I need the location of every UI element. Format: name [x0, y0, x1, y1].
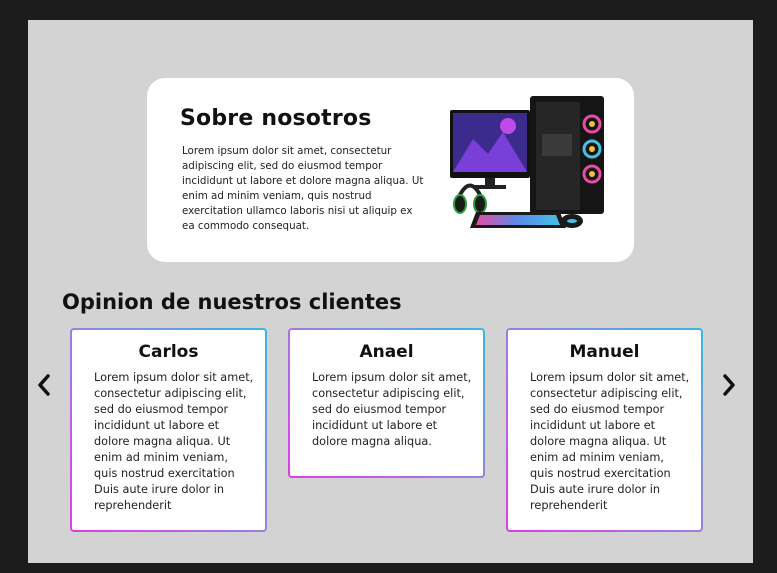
page-canvas: Sobre nosotros Lorem ipsum dolor sit ame… [28, 20, 753, 563]
review-card: Carlos Lorem ipsum dolor sit amet, conse… [70, 328, 267, 532]
testimonials-title: Opinion de nuestros clientes [62, 290, 402, 314]
about-title: Sobre nosotros [180, 106, 372, 131]
carousel-next-button[interactable] [718, 370, 740, 400]
about-text: Lorem ipsum dolor sit amet, consectetur … [182, 145, 424, 232]
review-card: Manuel Lorem ipsum dolor sit amet, conse… [506, 328, 703, 532]
reviewer-name: Manuel [569, 342, 640, 362]
review-text: Lorem ipsum dolor sit amet, consectetur … [312, 371, 472, 448]
review-text: Lorem ipsum dolor sit amet, consectetur … [530, 371, 690, 512]
about-card: Sobre nosotros Lorem ipsum dolor sit ame… [147, 78, 634, 262]
carousel-prev-button[interactable] [33, 370, 55, 400]
review-text: Lorem ipsum dolor sit amet, consectetur … [94, 371, 254, 512]
chevron-left-icon [38, 374, 50, 396]
chevron-right-icon [723, 374, 735, 396]
review-card: Anael Lorem ipsum dolor sit amet, consec… [288, 328, 485, 478]
reviewer-name: Anael [359, 342, 414, 362]
gaming-pc-icon [450, 96, 604, 228]
reviewer-name: Carlos [138, 342, 199, 362]
